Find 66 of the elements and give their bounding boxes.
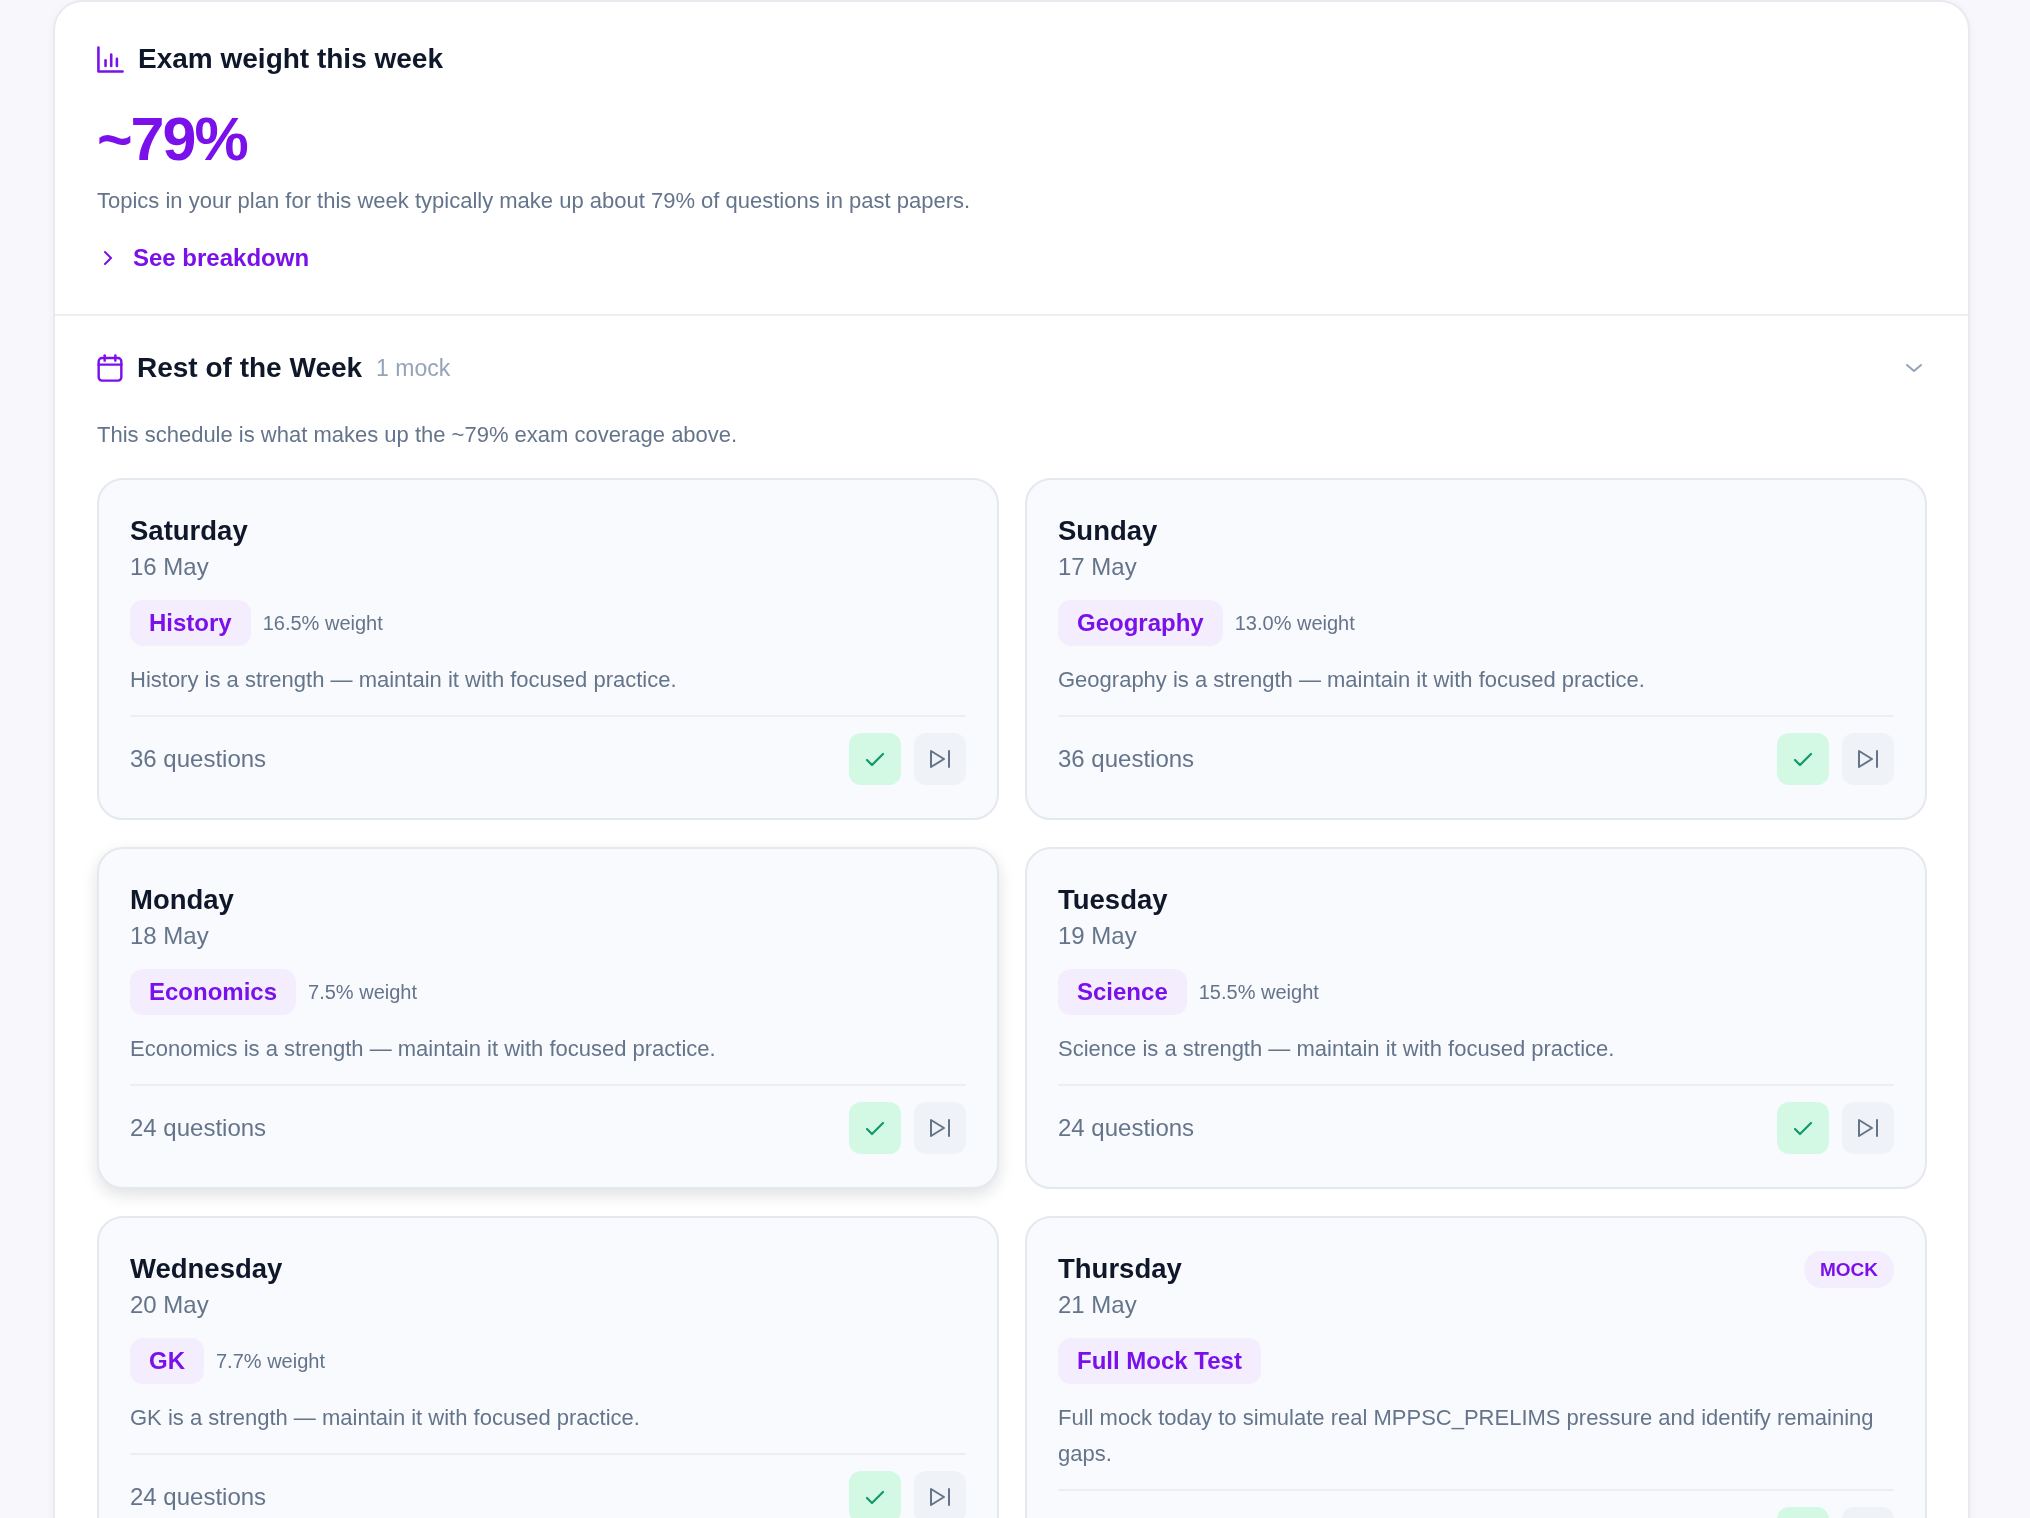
topic-tag: History — [130, 600, 251, 646]
schedule-description: This schedule is what makes up the ~79% exam coverage above. — [97, 421, 739, 449]
topic-weight: 15.5% weight — [1198, 980, 1319, 1004]
topic-note: Geography is a strength — maintain it with focused practice. — [1058, 666, 1646, 694]
mock-badge: MOCK — [1803, 1251, 1894, 1288]
day-card[interactable]: Saturday 16 May History 16.5% weight History is a strength — maintain it with focused practice. 36 questions — [97, 478, 999, 820]
day-card[interactable]: Wednesday 20 May GK 7.7% weight GK is a strength — maintain it with focused practice. 24 questions — [97, 1216, 999, 1518]
day-name: Wednesday — [130, 1252, 283, 1286]
topic-tag: Geography — [1058, 600, 1223, 646]
topic-tag: Science — [1058, 969, 1187, 1015]
question-count: 36 questions — [1058, 745, 1195, 773]
chevron-icon[interactable] — [103, 250, 113, 266]
section-title: Exam weight this week — [138, 42, 443, 76]
topic-weight: 13.0% weight — [1234, 611, 1355, 635]
calendar-icon — [97, 354, 123, 382]
day-name: Thursday — [1058, 1252, 1182, 1286]
skip-button[interactable] — [1842, 733, 1894, 785]
exam-weight-value: ~79% — [97, 104, 248, 175]
day-card[interactable]: Tuesday 19 May Science 15.5% weight Science is a strength — maintain it with focused practice. 24 questions — [1025, 847, 1927, 1189]
mock-count: 1 mock — [376, 354, 451, 382]
question-count: 24 questions — [130, 1483, 267, 1511]
day-name: Tuesday — [1058, 883, 1168, 917]
day-date: 20 May — [130, 1290, 210, 1320]
topic-tag: GK — [130, 1338, 204, 1384]
topic-note: Economics is a strength — maintain it with focused practice. — [130, 1035, 717, 1063]
day-date: 17 May — [1058, 552, 1138, 582]
skip-button[interactable] — [914, 1471, 966, 1518]
topic-note: GK is a strength — maintain it with focused practice. — [130, 1404, 641, 1432]
day-card[interactable]: Sunday 17 May Geography 13.0% weight Geography is a strength — maintain it with focused practice. 36 questions — [1025, 478, 1927, 820]
bar-chart-icon — [97, 45, 124, 73]
topic-note: Science is a strength — maintain it with focused practice. — [1058, 1035, 1616, 1063]
skip-icon — [929, 1487, 951, 1507]
day-date: 21 May — [1058, 1290, 1138, 1320]
topic-tag: Full Mock Test — [1058, 1338, 1261, 1384]
question-count: 24 questions — [130, 1114, 267, 1142]
section-title: Rest of the Week — [137, 351, 363, 385]
day-name: Sunday — [1058, 514, 1158, 548]
topic-weight: 7.7% weight — [216, 1349, 325, 1373]
skip-icon — [1857, 1118, 1879, 1138]
skip-icon — [1857, 749, 1879, 769]
topic-weight: 7.5% weight — [308, 980, 417, 1004]
topic-note: Full mock today to simulate real MPPSC_PRELIMS pressure and identify remaining gaps. — [1058, 1404, 1875, 1468]
check-icon — [1793, 1120, 1813, 1136]
see-breakdown-link[interactable]: See breakdown — [133, 244, 310, 272]
question-count: 24 questions — [1058, 1114, 1195, 1142]
skip-button[interactable] — [1842, 1102, 1894, 1154]
topic-note: History is a strength — maintain it with focused practice. — [130, 666, 678, 694]
skip-button[interactable] — [914, 1102, 966, 1154]
day-name: Monday — [130, 883, 234, 917]
question-count: 36 questions — [130, 745, 267, 773]
complete-button[interactable] — [849, 1471, 901, 1518]
skip-icon — [929, 1118, 951, 1138]
topic-tag: Economics — [130, 969, 297, 1015]
skip-button[interactable] — [914, 733, 966, 785]
day-date: 18 May — [130, 921, 210, 951]
day-card[interactable]: Monday 18 May Economics 7.5% weight Economics is a strength — maintain it with focused practice. 24 questions — [97, 847, 999, 1189]
check-icon — [865, 751, 885, 767]
day-date: 19 May — [1058, 921, 1138, 951]
topic-weight: 16.5% weight — [262, 611, 383, 635]
skip-icon — [929, 749, 951, 769]
check-icon — [865, 1489, 885, 1505]
check-icon — [865, 1120, 885, 1136]
check-icon — [1793, 751, 1813, 767]
exam-weight-description: Topics in your plan for this week typically make up about 79% of questions in past papers. — [97, 187, 972, 215]
day-date: 16 May — [130, 552, 210, 582]
day-name: Saturday — [130, 514, 248, 548]
